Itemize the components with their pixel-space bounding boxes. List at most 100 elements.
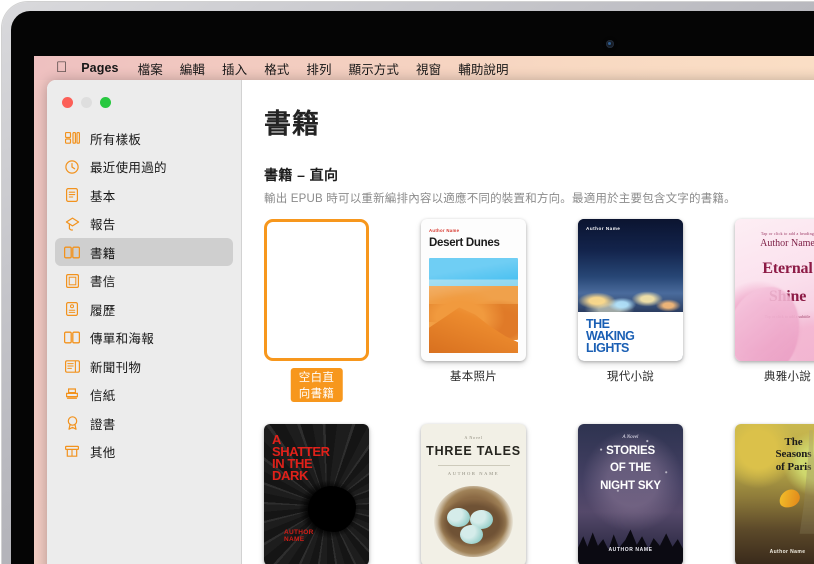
window-controls [47,80,241,112]
grid-templates-icon [63,130,81,146]
sidebar-item-label: 最近使用過的 [90,161,167,175]
sidebar-item-reports[interactable]: 報告 [55,210,233,238]
template-thumbnail[interactable]: Author Name THE WAKING LIGHTS [578,219,683,361]
cover-author: AUTHOR NAME [608,547,653,553]
template-thumbnail[interactable]: A SHATTER IN THE DARK AUTHOR NAME [264,424,369,564]
sidebar-list: 所有樣板 最近使用過的 基本 報告 書籍 書信 履歷 傳單和海報 新聞刊物 信紙… [47,124,241,466]
resume-icon [63,301,81,317]
menu-bar:  Pages 檔案 編輯 插入 格式 排列 顯示方式 視窗 輔助說明 [34,56,814,80]
page-title: 書籍 [264,109,320,139]
open-book-icon [63,244,81,260]
minimize-button[interactable] [81,97,92,108]
menu-item-format[interactable]: 格式 [264,59,289,78]
cover-author: Author Name [429,228,460,233]
template-card-elegant-novel[interactable]: Tap or click to add a heading Author Nam… [735,219,814,402]
cover-title-line1: The [784,436,803,448]
sidebar-item-label: 信紙 [90,389,116,403]
cover-title-line3: of Paris [775,460,812,473]
sidebar-item-resume[interactable]: 履歷 [55,295,233,323]
template-card-simple-novel[interactable]: A Novel THREE TALES AUTHOR NAME 簡易小說 [421,424,526,564]
cover-title-band: THE WAKING LIGHTS [578,312,683,361]
sidebar-item-flyers-posters[interactable]: 傳單和海報 [55,324,233,352]
sidebar-item-other[interactable]: 其他 [55,438,233,466]
template-card-basic-photo[interactable]: Author Name Desert Dunes 基本照片 [421,219,526,402]
template-name: 空白直向書籍 [290,368,343,402]
menu-item-arrange[interactable]: 排列 [306,59,331,78]
sidebar-item-books[interactable]: 書籍 [55,238,233,266]
cover-tap-heading: Tap or click to add a heading [760,231,814,236]
pages-template-chooser-window: 所有樣板 最近使用過的 基本 報告 書籍 書信 履歷 傳單和海報 新聞刊物 信紙… [47,80,814,564]
cover-title: THREE TALES [426,444,521,458]
menu-item-help[interactable]: 輔助說明 [458,59,508,78]
template-card-modern-novel-2[interactable]: A Novel STORIES OF THE NIGHT SKY AUTHOR … [578,424,683,564]
menu-item-pages[interactable]: Pages [81,61,118,75]
sidebar-item-label: 書信 [90,275,116,289]
menu-item-insert[interactable]: 插入 [222,59,247,78]
cover-title-line4: DARK [272,468,308,484]
other-icon [63,444,81,460]
sidebar-item-newsletters[interactable]: 新聞刊物 [55,352,233,380]
cover-title-line3: LIGHTS [586,341,629,356]
sidebar-item-label: 其他 [90,446,116,460]
cover-author: AUTHOR NAME [447,471,500,476]
template-thumbnail[interactable] [264,219,369,361]
stationery-icon [63,387,81,403]
template-thumbnail[interactable]: Author Name Desert Dunes [421,219,526,361]
sidebar-item-certificates[interactable]: 證書 [55,409,233,437]
section-title: 書籍 – 直向 [264,167,339,183]
template-thumbnail[interactable]: Tap or click to add a heading Author Nam… [735,219,814,361]
egg-icon [447,508,470,527]
cover-author: Author Name [760,238,814,249]
leaf-icon [776,487,803,510]
sidebar-item-recent[interactable]: 最近使用過的 [55,153,233,181]
section-description: 輸出 EPUB 時可以重新編排內容以適應不同的裝置和方向。最適用於主要包含文字的… [264,193,736,205]
cover-author: AUTHOR NAME [284,530,314,544]
egg-icon [460,525,483,544]
report-icon [63,216,81,232]
menu-item-edit[interactable]: 編輯 [180,59,205,78]
template-card-classic-novel[interactable]: The Seasons of Paris Author Name 傳統小說 [735,424,814,564]
screenshot-root:  Pages 檔案 編輯 插入 格式 排列 顯示方式 視窗 輔助說明 [0,0,814,564]
sidebar-item-label: 基本 [90,189,116,204]
cover-author-line2: NAME [284,536,305,544]
cover-anovel: A Novel [464,435,483,440]
sidebar-item-label: 傳單和海報 [90,332,155,346]
zoom-button[interactable] [100,97,111,108]
template-name: 典雅小說 [763,371,812,383]
template-thumbnail[interactable]: A Novel STORIES OF THE NIGHT SKY AUTHOR … [578,424,683,564]
menu-item-window[interactable]: 視窗 [416,59,441,78]
sidebar-item-letters[interactable]: 書信 [55,267,233,295]
sidebar-item-stationery[interactable]: 信紙 [55,381,233,409]
menu-item-file[interactable]: 檔案 [138,59,163,78]
cover-title-line3: NIGHT SKY [600,479,661,492]
petal-shape-icon [735,287,799,361]
laptop-screen:  Pages 檔案 編輯 插入 格式 排列 顯示方式 視窗 輔助說明 [11,11,814,564]
sidebar-item-label: 證書 [90,417,116,432]
forest-silhouette-icon [578,529,683,564]
cover-title-line2: OF THE [610,462,651,475]
template-card-blank-portrait-book[interactable]: 空白直向書籍 [264,219,369,402]
sidebar-item-label: 所有樣板 [90,132,142,147]
sidebar-item-all-templates[interactable]: 所有樣板 [55,124,233,152]
divider [437,465,510,466]
letter-icon [63,273,81,289]
sidebar-item-label: 履歷 [90,303,116,318]
template-name-wrap: 空白直向書籍 [264,361,369,402]
template-thumbnail[interactable]: The Seasons of Paris Author Name [735,424,814,564]
cover-title-line2: Seasons [775,448,812,461]
close-button[interactable] [62,97,73,108]
sidebar: 所有樣板 最近使用過的 基本 報告 書籍 書信 履歷 傳單和海報 新聞刊物 信紙… [47,80,242,564]
document-icon [63,187,81,203]
template-grid: 空白直向書籍 Author Name Desert Dunes 基本照片 Aut… [264,219,814,564]
sidebar-item-label: 新聞刊物 [90,360,142,375]
template-card-modern-novel[interactable]: Author Name THE WAKING LIGHTS 現代小說 [578,219,683,402]
laptop-bezel:  Pages 檔案 編輯 插入 格式 排列 顯示方式 視窗 輔助說明 [2,2,814,564]
cover-title-line1: Eternal [762,260,813,277]
cover-title-line1: STORIES [606,445,655,457]
clock-icon [63,159,81,175]
menu-item-view[interactable]: 顯示方式 [349,59,399,78]
template-thumbnail[interactable]: A Novel THREE TALES AUTHOR NAME [421,424,526,564]
template-card-avant-garde-novel[interactable]: A SHATTER IN THE DARK AUTHOR NAME 前 [264,424,369,564]
apple-logo-icon[interactable]:  [56,60,67,75]
sidebar-item-basic[interactable]: 基本 [55,181,233,209]
